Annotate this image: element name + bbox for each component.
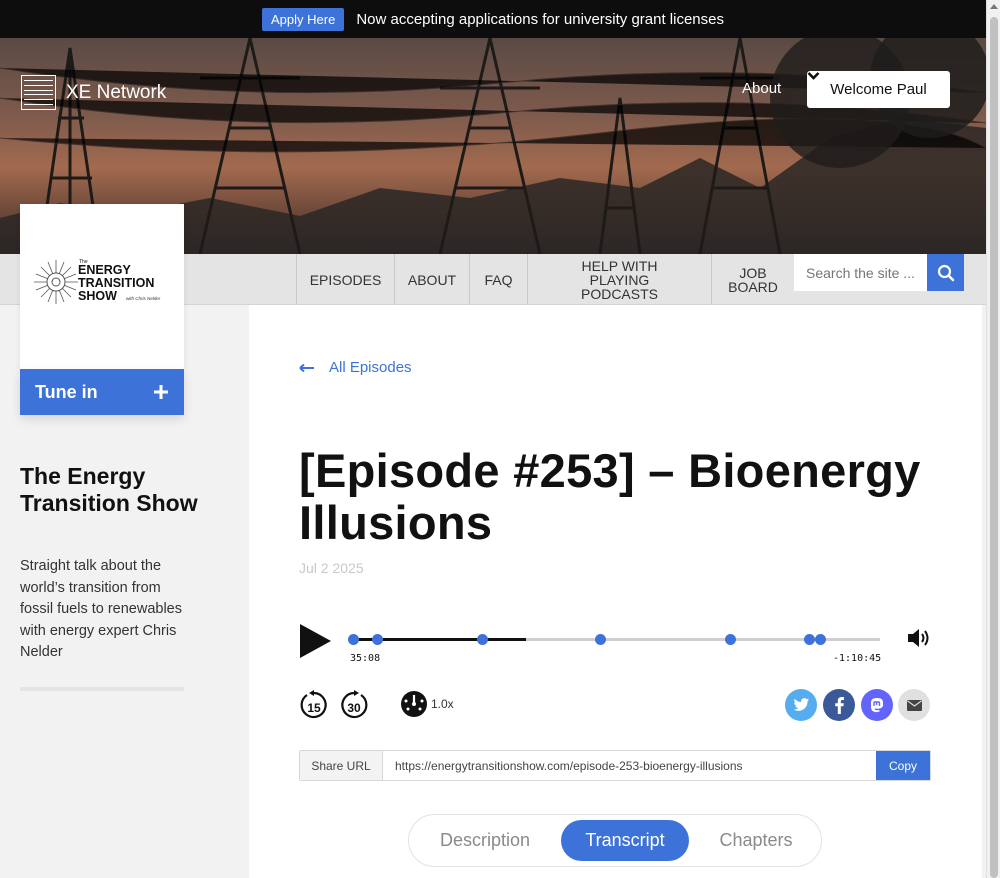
play-icon[interactable] (299, 623, 332, 659)
svg-text:TRANSITION: TRANSITION (78, 276, 154, 290)
share-url-label: Share URL (300, 751, 383, 780)
facebook-icon (834, 696, 844, 714)
email-share-button[interactable] (898, 689, 930, 721)
share-url-row: Share URL https://energytransitionshow.c… (299, 750, 931, 781)
svg-text:30: 30 (347, 701, 361, 715)
chevron-down-icon (807, 72, 820, 80)
scroll-up-arrow-icon[interactable] (990, 4, 998, 9)
svg-text:SHOW: SHOW (78, 289, 117, 303)
search-input[interactable] (794, 254, 927, 291)
page-scrollbar[interactable] (986, 0, 1000, 878)
twitter-share-button[interactable] (785, 689, 817, 721)
episode-date: Jul 2 2025 (299, 560, 364, 576)
nav-episodes[interactable]: EPISODES (296, 254, 394, 305)
sidebar-divider (20, 687, 184, 691)
announcement-bar: Apply Here Now accepting applications fo… (0, 0, 986, 38)
email-icon (906, 699, 922, 711)
arrow-left-icon (299, 363, 314, 372)
nav-about[interactable]: ABOUT (394, 254, 469, 305)
twitter-icon (793, 698, 809, 711)
share-url-field[interactable]: https://energytransitionshow.com/episode… (383, 751, 876, 780)
announcement-text: Now accepting applications for universit… (356, 10, 724, 28)
svg-text:with Chris Nelder: with Chris Nelder (126, 296, 161, 301)
tab-description[interactable]: Description (421, 820, 549, 861)
volume-icon[interactable] (907, 627, 932, 649)
user-menu-button[interactable]: Welcome Paul (807, 71, 950, 108)
speed-label: 1.0x (431, 697, 454, 711)
all-episodes-label: All Episodes (329, 359, 412, 376)
facebook-share-button[interactable] (823, 689, 855, 721)
show-title: The Energy Transition Show (20, 463, 198, 516)
search-icon (937, 264, 954, 281)
progress-track[interactable] (348, 634, 880, 645)
plus-icon (154, 385, 168, 399)
tab-transcript[interactable]: Transcript (561, 820, 689, 861)
nav-job-board[interactable]: JOB BOARD (711, 254, 794, 305)
episode-tabs: Description Transcript Chapters (408, 814, 822, 867)
all-episodes-link[interactable]: All Episodes (299, 359, 412, 376)
show-description: Straight talk about the world’s transiti… (20, 558, 182, 660)
search-button[interactable] (927, 254, 964, 291)
svg-text:ENERGY: ENERGY (78, 263, 131, 277)
chapter-marker[interactable] (348, 634, 359, 645)
skip-back-15-icon[interactable]: 15 (299, 690, 329, 721)
show-cover-art[interactable]: The ENERGY TRANSITION SHOW with Chris Ne… (20, 204, 184, 369)
elapsed-time: 35:08 (350, 653, 381, 664)
mastodon-share-button[interactable] (861, 689, 893, 721)
brand-name: XE Network (66, 81, 167, 103)
scroll-thumb[interactable] (990, 17, 998, 878)
xe-network-logo (21, 75, 56, 110)
mastodon-icon (871, 697, 883, 712)
energy-transition-show-logo: The ENERGY TRANSITION SHOW with Chris Ne… (34, 259, 161, 304)
tab-chapters[interactable]: Chapters (692, 820, 820, 861)
apply-here-button[interactable]: Apply Here (262, 7, 345, 31)
nav-faq[interactable]: FAQ (469, 254, 527, 305)
user-menu-label: Welcome Paul (830, 81, 927, 98)
playback-speed-icon[interactable] (400, 690, 428, 718)
svg-text:15: 15 (307, 701, 321, 715)
copy-button[interactable]: Copy (876, 751, 930, 780)
skip-forward-30-icon[interactable]: 30 (339, 690, 369, 721)
nav-help-playing[interactable]: HELP WITH PLAYING PODCASTS (527, 254, 711, 305)
episode-title: [Episode #253] – Bioenergy Illusions (299, 444, 921, 549)
brand[interactable]: XE Network (21, 75, 166, 110)
tune-in-button[interactable]: Tune in (20, 369, 184, 415)
remaining-time: -1:10:45 (833, 653, 882, 664)
episode-panel (249, 305, 982, 878)
tune-in-label: Tune in (35, 381, 98, 402)
header-about-link[interactable]: About (742, 80, 781, 97)
